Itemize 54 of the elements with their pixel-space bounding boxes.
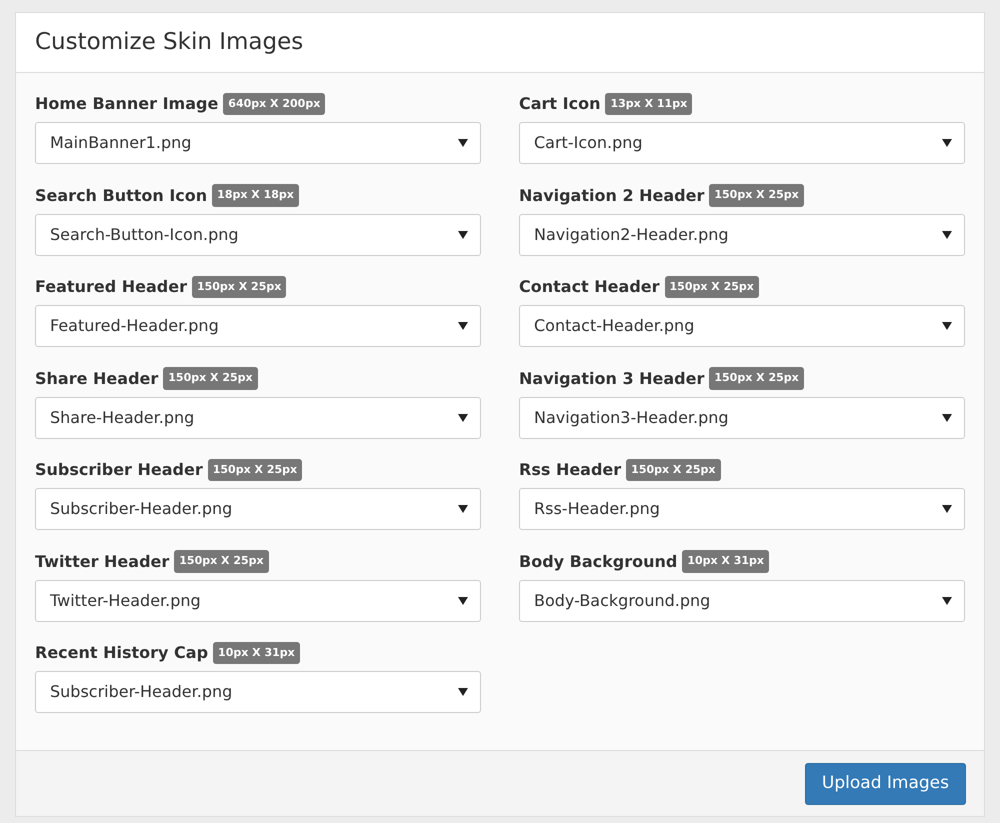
caret-icon bbox=[942, 322, 952, 330]
dropdown[interactable]: Cart-Icon.png bbox=[519, 122, 965, 164]
dropdown[interactable]: Navigation3-Header.png bbox=[519, 396, 965, 438]
dropdown[interactable]: Share-Header.png bbox=[35, 396, 481, 438]
caret-icon bbox=[942, 596, 952, 604]
caret-icon bbox=[458, 596, 468, 604]
size-badge: 13px X 11px bbox=[605, 92, 692, 116]
dropdown[interactable]: Contact-Header.png bbox=[519, 305, 965, 347]
dropdown[interactable]: Subscriber-Header.png bbox=[35, 671, 481, 713]
upload-images-button[interactable]: Upload Images bbox=[804, 762, 966, 804]
dropdown[interactable]: Navigation2-Header.png bbox=[519, 214, 965, 256]
field-label: Subscriber Header bbox=[35, 459, 203, 481]
field-label: Contact Header bbox=[519, 276, 660, 298]
caret-icon bbox=[458, 414, 468, 422]
dropdown[interactable]: Search-Button-Icon.png bbox=[35, 214, 481, 256]
field-label: Body Background bbox=[519, 550, 678, 572]
field-label: Cart Icon bbox=[519, 93, 600, 115]
caret-icon bbox=[458, 230, 468, 238]
field-label: Home Banner Image bbox=[35, 93, 218, 115]
caret-icon bbox=[942, 139, 952, 147]
size-badge: 640px X 200px bbox=[223, 92, 326, 116]
dropdown[interactable]: MainBanner1.png bbox=[35, 122, 481, 164]
field-label: Twitter Header bbox=[35, 550, 170, 572]
dropdown[interactable]: Subscriber-Header.png bbox=[35, 488, 481, 530]
size-badge: 18px X 18px bbox=[212, 184, 299, 207]
caret-icon bbox=[942, 230, 952, 238]
dropdown[interactable]: Twitter-Header.png bbox=[35, 580, 481, 622]
field-label: Share Header bbox=[35, 368, 158, 390]
caret-icon bbox=[458, 139, 468, 147]
field-label: Navigation 3 Header bbox=[519, 368, 704, 390]
caret-icon bbox=[942, 505, 952, 513]
caret-icon bbox=[458, 322, 468, 330]
dropdown[interactable]: Body-Background.png bbox=[519, 580, 965, 622]
field-label: Recent History Cap bbox=[35, 642, 208, 664]
size-badge: 150px X 25px bbox=[626, 458, 721, 482]
field-label: Rss Header bbox=[519, 459, 622, 481]
panel-title: Customize Skin Images bbox=[35, 28, 304, 58]
size-badge: 150px X 25px bbox=[174, 550, 269, 573]
size-badge: 150px X 25px bbox=[163, 367, 258, 390]
dropdown[interactable]: Rss-Header.png bbox=[519, 488, 965, 530]
size-badge: 150px X 25px bbox=[709, 184, 804, 207]
size-badge: 10px X 31px bbox=[682, 550, 770, 573]
dropdown[interactable]: Featured-Header.png bbox=[35, 305, 481, 347]
size-badge: 150px X 25px bbox=[208, 458, 302, 482]
field-label: Featured Header bbox=[35, 276, 187, 298]
size-badge: 150px X 25px bbox=[664, 276, 759, 298]
caret-icon bbox=[458, 505, 468, 513]
field-label: Navigation 2 Header bbox=[519, 184, 704, 206]
size-badge: 150px X 25px bbox=[709, 367, 804, 390]
field-label: Search Button Icon bbox=[35, 184, 208, 206]
size-badge: 10px X 31px bbox=[213, 642, 300, 664]
caret-icon bbox=[458, 688, 468, 696]
size-badge: 150px X 25px bbox=[192, 276, 286, 298]
caret-icon bbox=[942, 414, 952, 422]
